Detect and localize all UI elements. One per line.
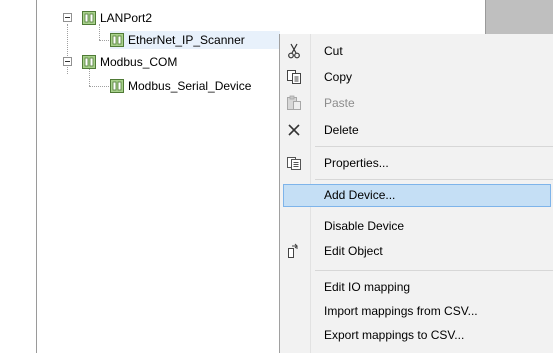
tree-item-modbus-serial-device[interactable]: Modbus_Serial_Device xyxy=(128,77,251,95)
menu-item-label: Edit Object xyxy=(324,244,383,258)
menu-item-disable-device[interactable]: Disable Device xyxy=(280,214,553,238)
menu-item-import-mappings[interactable]: Import mappings from CSV... xyxy=(280,299,553,323)
menu-item-label: Properties... xyxy=(324,156,389,170)
collapse-toggle-lanport2[interactable] xyxy=(63,13,72,22)
menu-item-label: Import mappings from CSV... xyxy=(324,304,478,318)
scissors-icon xyxy=(288,43,300,59)
tree-item-modbus-com[interactable]: Modbus_COM xyxy=(100,53,177,71)
menu-item-label: Edit IO mapping xyxy=(324,280,411,294)
menu-item-cut[interactable]: Cut xyxy=(280,39,553,63)
device-icon xyxy=(110,79,124,93)
tree-connector xyxy=(67,24,68,74)
tree-connector xyxy=(89,66,90,86)
menu-item-edit-io-mapping[interactable]: Edit IO mapping xyxy=(280,275,553,299)
menu-item-paste[interactable]: Paste xyxy=(280,91,553,115)
menu-item-add-device[interactable]: Add Device... xyxy=(283,184,551,207)
context-menu: Cut Copy Paste Delete Properties... Add … xyxy=(279,34,553,353)
edit-object-icon xyxy=(288,243,298,258)
menu-item-label: Export mappings to CSV... xyxy=(324,328,465,342)
menu-item-export-mappings[interactable]: Export mappings to CSV... xyxy=(280,323,553,347)
delete-icon xyxy=(288,124,300,136)
menu-separator xyxy=(315,270,553,271)
tree-item-lanport2[interactable]: LANPort2 xyxy=(100,9,152,27)
tree-item-ethernet-ip-scanner[interactable]: EtherNet_IP_Scanner xyxy=(128,31,245,49)
menu-item-label: Cut xyxy=(324,44,343,58)
menu-item-label: Disable Device xyxy=(324,219,405,233)
menu-separator xyxy=(315,179,553,180)
menu-item-label: Paste xyxy=(324,96,355,110)
menu-item-label: Delete xyxy=(324,123,359,137)
paste-icon xyxy=(287,95,301,110)
menu-item-label: Copy xyxy=(324,70,353,84)
device-icon xyxy=(110,33,124,47)
menu-item-copy[interactable]: Copy xyxy=(280,65,553,89)
properties-icon xyxy=(287,157,301,170)
device-icon xyxy=(82,55,96,69)
device-icon xyxy=(82,11,96,25)
menu-item-label: Add Device... xyxy=(324,188,396,202)
menu-item-delete[interactable]: Delete xyxy=(280,118,553,142)
menu-item-edit-object[interactable]: Edit Object xyxy=(280,239,553,263)
menu-separator xyxy=(315,146,553,147)
tree-connector xyxy=(89,86,109,87)
copy-icon xyxy=(287,70,301,84)
tree-connector xyxy=(99,40,109,41)
menu-item-properties[interactable]: Properties... xyxy=(280,151,553,175)
collapse-toggle-modbus-com[interactable] xyxy=(63,57,72,66)
tree-left-border xyxy=(36,0,37,353)
